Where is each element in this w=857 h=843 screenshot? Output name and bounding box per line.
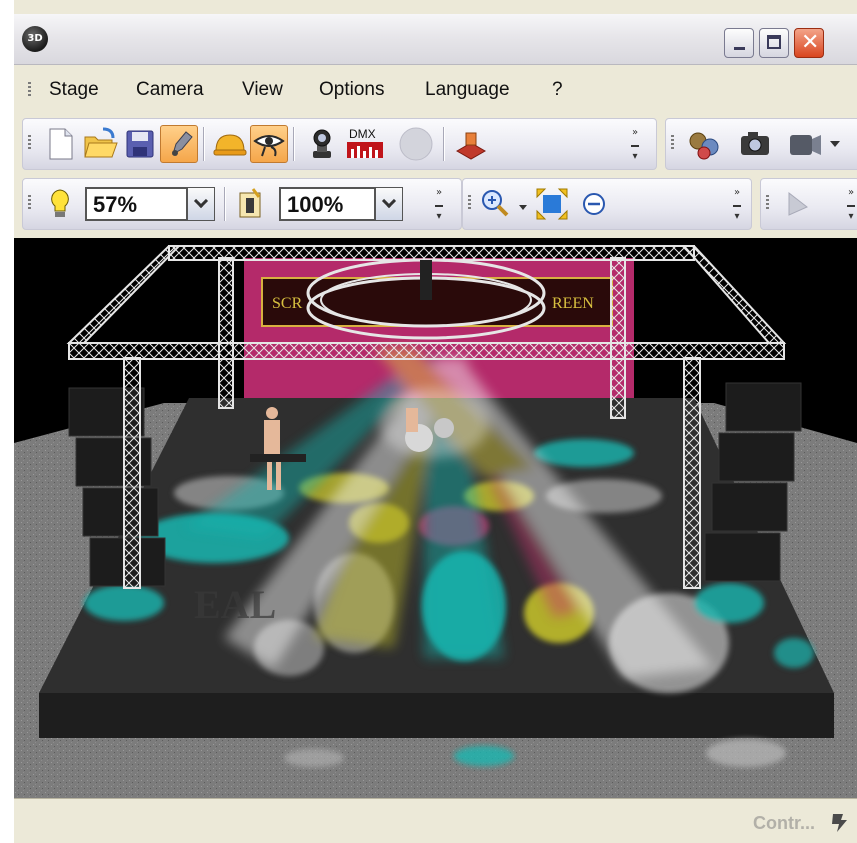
stamp-icon	[455, 132, 487, 160]
edit-button[interactable]	[160, 125, 198, 163]
video-dropdown-arrow[interactable]	[830, 141, 840, 147]
status-text: Contr...	[753, 813, 815, 833]
dmx-button[interactable]: DMX	[343, 125, 389, 163]
toolbar-separator	[443, 127, 444, 161]
fit-to-window-icon	[536, 188, 568, 220]
toolbar-view: 57% 100% » ▾ » ▾ » ▾	[14, 176, 857, 234]
record-circle-icon	[399, 127, 433, 161]
stage-render[interactable]: SCR REEN EAL	[14, 238, 857, 798]
zoom-select[interactable]: 100%	[279, 187, 403, 221]
camera-button[interactable]	[736, 125, 774, 163]
maximize-icon	[767, 35, 781, 49]
toolbar-grip[interactable]	[28, 195, 31, 211]
screen-text-right: REEN	[552, 295, 594, 312]
left-margin	[0, 0, 14, 843]
video-button[interactable]	[786, 125, 824, 163]
lightbulb-icon	[51, 189, 69, 217]
moving-head-light-icon	[313, 129, 331, 158]
menu-stage[interactable]: Stage	[49, 79, 99, 101]
film-button[interactable]	[684, 125, 722, 163]
toolbar-separator	[224, 187, 225, 221]
pointer-button[interactable]	[779, 185, 817, 223]
toolbar-grip[interactable]	[468, 195, 471, 211]
hardhat-icon	[213, 134, 247, 156]
menu-bar: Stage Camera View Options Language ?	[14, 72, 857, 110]
zoom-in-button[interactable]	[477, 185, 515, 223]
dmx-icon: DMX	[347, 127, 383, 158]
toolbar-overflow-chevron[interactable]: » ▾	[731, 187, 743, 223]
toolbar-main: DMX » ▾	[14, 116, 857, 174]
center-moving-head	[420, 260, 432, 300]
new-document-icon	[49, 128, 73, 160]
toolbar-grip[interactable]	[28, 135, 31, 151]
zoom-dropdown-button[interactable]	[374, 188, 402, 220]
zoom-out-icon	[583, 193, 605, 215]
camera-icon	[741, 132, 769, 155]
zoom-value: 100%	[287, 192, 344, 217]
toolbar-band-media	[665, 118, 857, 170]
status-bar: Contr...	[14, 798, 857, 843]
close-button[interactable]: ✕	[794, 28, 824, 58]
toolbar-separator	[293, 127, 294, 161]
toolbar-band-main: DMX » ▾	[22, 118, 657, 170]
brightness-dropdown-button[interactable]	[186, 188, 214, 220]
info-card-icon	[239, 188, 261, 218]
pointer-arrow-icon	[788, 191, 808, 216]
menu-grip[interactable]	[28, 82, 31, 98]
moving-head-button[interactable]	[303, 125, 341, 163]
zoom-dropdown-arrow[interactable]	[519, 205, 527, 210]
brightness-select[interactable]: 57%	[85, 187, 215, 221]
save-disk-icon	[126, 130, 154, 158]
eye-view-button[interactable]	[250, 125, 288, 163]
toolbar-overflow-chevron[interactable]: » ▾	[845, 187, 857, 223]
toolbar-overflow-chevron[interactable]: » ▾	[629, 127, 641, 163]
menu-view[interactable]: View	[242, 79, 283, 101]
maximize-button[interactable]	[759, 28, 789, 58]
toolbar-band-pointer: » ▾	[760, 178, 857, 230]
fit-to-window-button[interactable]	[533, 185, 571, 223]
new-button[interactable]	[41, 125, 79, 163]
toolbar-band-zoom: » ▾	[462, 178, 752, 230]
save-button[interactable]	[121, 125, 159, 163]
toolbar-separator	[203, 127, 204, 161]
open-button[interactable]	[81, 125, 119, 163]
menu-options[interactable]: Options	[319, 79, 384, 101]
minimize-icon	[734, 47, 745, 50]
stage-deco-letters: EAL	[194, 582, 276, 627]
toolbar-overflow-chevron[interactable]: » ▾	[433, 187, 445, 223]
minimize-button[interactable]	[724, 28, 754, 58]
light-button[interactable]	[41, 185, 79, 223]
application-window: 3D ✕ Stage Camera View Options Language …	[0, 0, 857, 843]
toolbar-grip[interactable]	[671, 135, 674, 151]
zoom-in-icon	[482, 190, 509, 217]
menu-camera[interactable]: Camera	[136, 79, 204, 101]
chevron-down-icon	[381, 193, 397, 209]
title-bar[interactable]: 3D ✕	[14, 14, 857, 65]
app-icon[interactable]: 3D	[22, 26, 48, 52]
screen-text-left: SCR	[272, 295, 303, 312]
hardhat-button[interactable]	[210, 125, 248, 163]
eye-view-icon	[253, 135, 285, 157]
chevron-down-icon	[193, 193, 209, 209]
toolbar-band-settings: 57% 100% » ▾	[22, 178, 462, 230]
close-icon: ✕	[801, 30, 820, 55]
info-button[interactable]	[231, 185, 269, 223]
film-reel-icon	[689, 132, 719, 160]
open-folder-icon	[84, 127, 118, 158]
record-button[interactable]	[397, 125, 435, 163]
menu-language[interactable]: Language	[425, 79, 510, 101]
brightness-value: 57%	[93, 192, 138, 217]
stamp-button[interactable]	[451, 125, 489, 163]
toolbar-grip[interactable]	[766, 195, 769, 211]
stage-front-edge	[39, 693, 834, 738]
dmx-label: DMX	[349, 127, 376, 141]
zoom-out-button[interactable]	[575, 185, 613, 223]
menu-help[interactable]: ?	[552, 79, 563, 101]
stage-3d-viewport[interactable]: SCR REEN EAL	[14, 238, 857, 798]
status-tool-icon[interactable]	[829, 811, 851, 835]
pencil-edit-icon	[172, 131, 193, 156]
video-camera-icon	[790, 135, 821, 155]
